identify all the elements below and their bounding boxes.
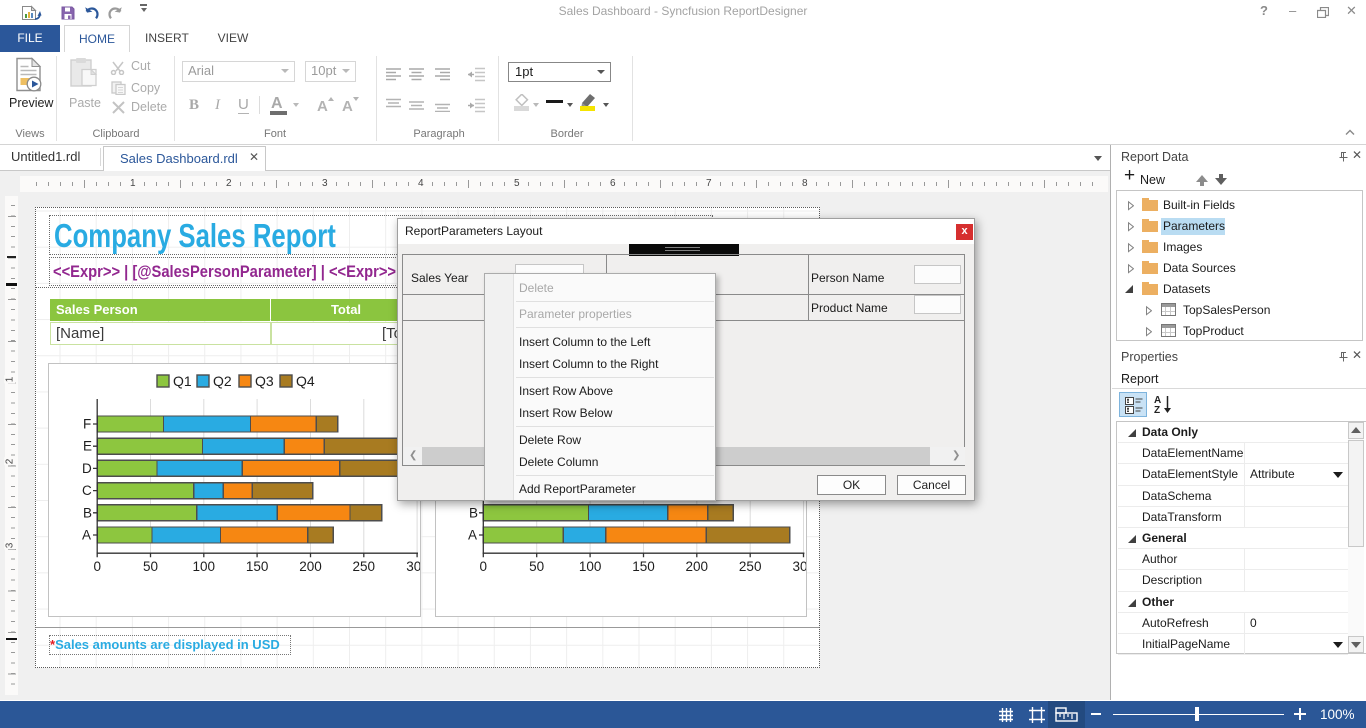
svg-text:A: A	[82, 528, 91, 543]
svg-text:Q1: Q1	[173, 373, 192, 389]
svg-text:50: 50	[529, 559, 544, 574]
svg-text:100: 100	[193, 559, 216, 574]
svg-text:A: A	[468, 528, 477, 543]
svg-text:150: 150	[246, 559, 269, 574]
svg-text:0: 0	[480, 559, 488, 574]
svg-text:B: B	[83, 505, 92, 520]
svg-text:200: 200	[299, 559, 322, 574]
svg-text:E: E	[83, 439, 92, 454]
svg-text:Q3: Q3	[255, 373, 274, 389]
svg-text:B: B	[469, 505, 478, 520]
svg-text:Z: Z	[1154, 405, 1160, 415]
svg-text:300: 300	[793, 559, 807, 574]
svg-text:Q4: Q4	[296, 373, 315, 389]
svg-text:100: 100	[579, 559, 602, 574]
svg-text:50: 50	[143, 559, 158, 574]
svg-text:150: 150	[632, 559, 655, 574]
svg-text:250: 250	[353, 559, 376, 574]
svg-text:F: F	[83, 417, 91, 432]
svg-text:250: 250	[739, 559, 762, 574]
svg-text:D: D	[82, 461, 92, 476]
svg-text:C: C	[82, 483, 92, 498]
svg-text:0: 0	[93, 559, 101, 574]
svg-text:300: 300	[406, 559, 421, 574]
svg-text:Q2: Q2	[213, 373, 232, 389]
svg-text:200: 200	[686, 559, 709, 574]
